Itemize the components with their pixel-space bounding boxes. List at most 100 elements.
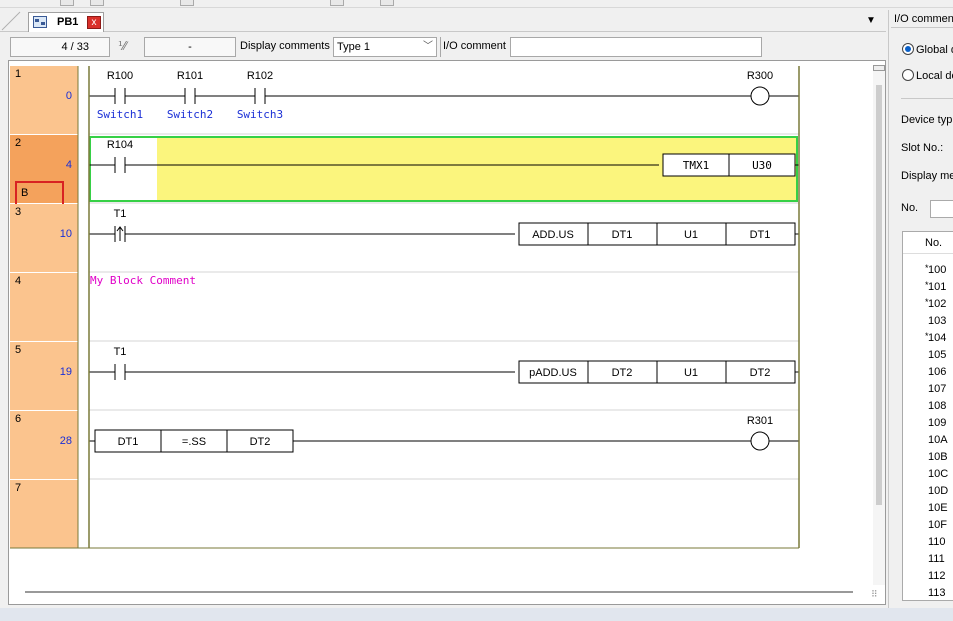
table-row[interactable]: 107 <box>903 381 953 398</box>
device-number: 111 <box>928 553 945 565</box>
line-number: 5 <box>15 344 21 356</box>
device-number: 102 <box>928 298 947 310</box>
instruction-operand: U1 <box>684 367 698 379</box>
ladder-diagram[interactable]: 10R100Switch1R101Switch2R102Switch3R3002… <box>9 61 871 583</box>
device-number: 101 <box>928 281 947 293</box>
radio-global-label: Global d <box>916 44 953 56</box>
device-number: 109 <box>928 417 947 429</box>
bookmark-label: B <box>21 187 28 199</box>
contact-device: T1 <box>114 208 127 220</box>
step-number: 10 <box>60 228 72 240</box>
chevron-down-icon: ﹀ <box>423 41 433 52</box>
device-number: 110 <box>928 536 946 548</box>
instruction-operand: DT1 <box>612 229 633 241</box>
device-number: 10A <box>928 434 948 446</box>
status-bar <box>0 608 953 621</box>
toolbar-button[interactable] <box>90 0 104 6</box>
radio-local[interactable]: Local de <box>902 69 953 82</box>
step-number: 28 <box>60 435 72 447</box>
contact-device: T1 <box>114 346 127 358</box>
device-number: 100 <box>928 264 947 276</box>
contact-comment: Switch3 <box>237 108 283 121</box>
radio-button[interactable] <box>902 43 914 55</box>
line-number: 6 <box>15 413 21 425</box>
line-number: 1 <box>15 68 21 80</box>
step-icon: ⅟⁄ <box>118 39 127 53</box>
table-row[interactable]: 113 <box>903 585 953 602</box>
device-number: 10F <box>928 519 947 531</box>
tab-bar-corner <box>1 11 21 31</box>
table-row[interactable]: 10E <box>903 500 953 517</box>
io-comment-panel: I/O comment Global d Local de Device typ… <box>888 10 953 621</box>
device-number: 107 <box>928 383 947 395</box>
scrollbar-thumb[interactable] <box>876 85 882 505</box>
divider <box>901 98 953 99</box>
app-window: PB1 x ▼ 4 / 33 ⅟⁄ - Display comments Typ… <box>0 0 953 621</box>
instruction-operand: DT1 <box>750 229 771 241</box>
no-input[interactable] <box>930 200 953 218</box>
table-row[interactable]: 10F <box>903 517 953 534</box>
instruction-operand: U30 <box>752 159 772 172</box>
toolbar-button[interactable] <box>380 0 394 6</box>
table-row[interactable]: 105 <box>903 347 953 364</box>
contact-device: R102 <box>247 70 273 82</box>
toolbar-button[interactable] <box>180 0 194 6</box>
line-number: 4 <box>15 275 21 287</box>
instruction-operand: U1 <box>684 229 698 241</box>
toolbar-button[interactable] <box>60 0 74 6</box>
block-comment: My Block Comment <box>90 274 196 287</box>
table-row[interactable]: 111 <box>903 551 953 568</box>
toolbar <box>0 0 953 8</box>
radio-global[interactable]: Global d <box>902 43 953 56</box>
no-label: No. <box>901 202 919 214</box>
step-number: 19 <box>60 366 72 378</box>
device-number: 10C <box>928 468 949 480</box>
tab-pb1[interactable]: PB1 x <box>28 12 104 32</box>
line-number: 7 <box>15 482 21 494</box>
coil-device: R301 <box>747 415 773 427</box>
scrollbar-thumb[interactable] <box>25 591 853 593</box>
program-block-icon <box>33 16 47 28</box>
io-comment-table[interactable]: No. * 100 * 101 * 102 103 * 104 105 106 107 108 109 10… <box>902 231 953 601</box>
output-coil[interactable] <box>750 86 770 106</box>
contact-device: R101 <box>177 70 203 82</box>
coil-device: R300 <box>747 70 773 82</box>
scroll-top-button[interactable] <box>873 65 885 71</box>
compare-operand: DT1 <box>118 436 139 448</box>
rising-edge-contact-icon <box>116 226 124 241</box>
editor-background <box>800 61 871 583</box>
display-comments-label: Display comments <box>240 40 330 52</box>
chevron-down-icon[interactable]: ▼ <box>866 15 876 26</box>
contact-comment: Switch2 <box>167 108 213 121</box>
vertical-scrollbar[interactable] <box>873 65 885 585</box>
table-row[interactable]: 109 <box>903 415 953 432</box>
table-row[interactable]: 10B <box>903 449 953 466</box>
output-coil[interactable] <box>750 431 770 451</box>
table-row[interactable]: * 104 <box>903 330 953 347</box>
io-comment-label: I/O comment <box>440 37 506 57</box>
table-row[interactable]: * 102 <box>903 296 953 313</box>
toolbar-button[interactable] <box>330 0 344 6</box>
table-row[interactable]: 106 <box>903 364 953 381</box>
position-field: 4 / 33 <box>10 37 110 57</box>
resize-grip-icon[interactable]: ⠿ <box>871 589 878 600</box>
table-row[interactable]: 108 <box>903 398 953 415</box>
contact-device: R100 <box>107 70 133 82</box>
horizontal-scrollbar[interactable] <box>19 586 859 598</box>
io-comment-field[interactable] <box>510 37 762 57</box>
table-row[interactable]: 10A <box>903 432 953 449</box>
table-row[interactable]: 110 <box>903 534 953 551</box>
table-row[interactable]: 10C <box>903 466 953 483</box>
panel-title: I/O comment <box>891 10 953 28</box>
table-row[interactable]: 10D <box>903 483 953 500</box>
step-field: - <box>144 37 236 57</box>
radio-button[interactable] <box>902 69 914 81</box>
table-row[interactable]: 112 <box>903 568 953 585</box>
comment-type-value: Type 1 <box>337 41 371 53</box>
comment-type-select[interactable]: Type 1 ﹀ <box>333 37 437 57</box>
device-number: 103 <box>928 315 947 327</box>
close-icon[interactable]: x <box>87 16 101 29</box>
ladder-editor[interactable]: 1 0 R100 Switch1 R101 Switch2 R102 Switch3 R300 2… <box>8 60 886 605</box>
tab-label: PB1 <box>57 16 79 28</box>
step-number: 0 <box>66 90 72 102</box>
